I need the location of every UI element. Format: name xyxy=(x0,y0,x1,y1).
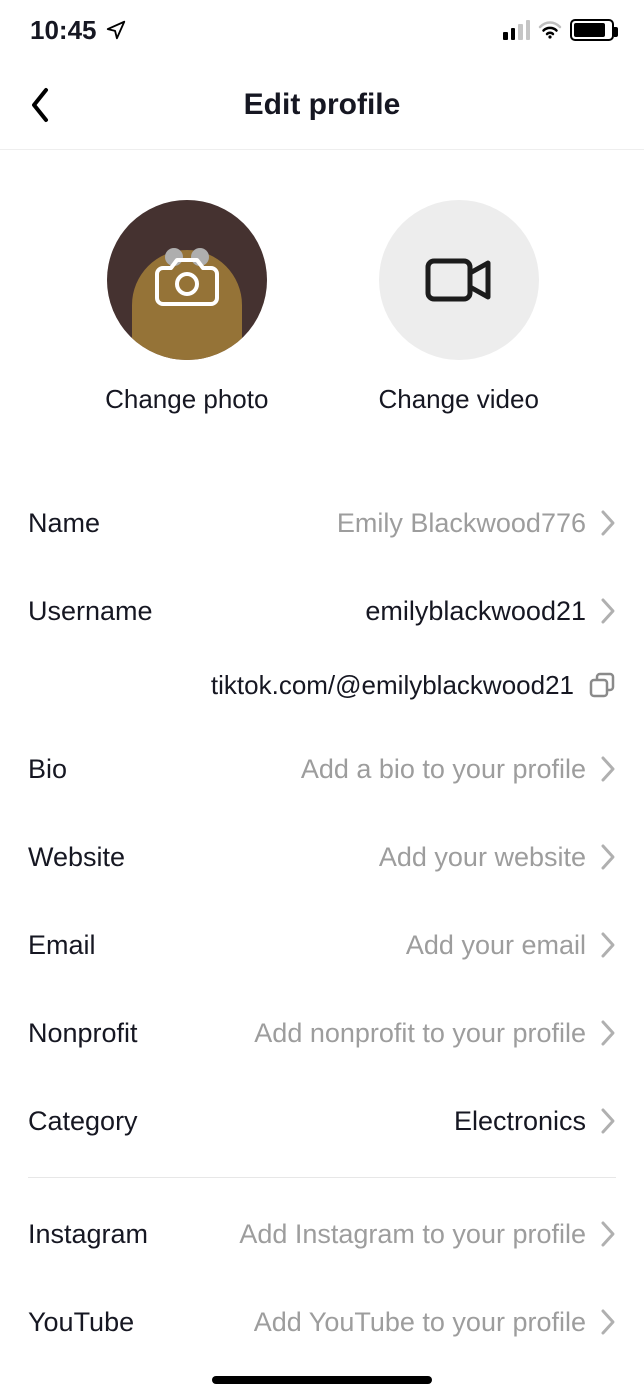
profile-url-text: tiktok.com/@emilyblackwood21 xyxy=(211,670,574,701)
row-youtube-label: YouTube xyxy=(28,1307,134,1338)
chevron-right-icon xyxy=(600,1019,616,1047)
battery-icon xyxy=(570,19,614,41)
profile-url-row[interactable]: tiktok.com/@emilyblackwood21 xyxy=(28,655,616,725)
change-video-label: Change video xyxy=(378,384,538,415)
chevron-left-icon xyxy=(28,87,52,123)
chevron-right-icon xyxy=(600,597,616,625)
row-email[interactable]: Email Add your email xyxy=(28,901,616,989)
row-instagram[interactable]: Instagram Add Instagram to your profile xyxy=(28,1190,616,1278)
row-youtube-value: Add YouTube to your profile xyxy=(254,1307,586,1338)
profile-video-placeholder xyxy=(379,200,539,360)
change-photo-label: Change photo xyxy=(105,384,268,415)
chevron-right-icon xyxy=(600,843,616,871)
section-divider xyxy=(28,1177,616,1178)
row-bio[interactable]: Bio Add a bio to your profile xyxy=(28,725,616,813)
row-bio-label: Bio xyxy=(28,754,67,785)
row-website-value: Add your website xyxy=(379,842,586,873)
row-name[interactable]: Name Emily Blackwood776 xyxy=(28,479,616,567)
camera-icon xyxy=(155,252,219,308)
media-row: Change photo Change video xyxy=(0,150,644,455)
row-email-value: Add your email xyxy=(406,930,586,961)
profile-fields-list: Name Emily Blackwood776 Username emilybl… xyxy=(0,455,644,1366)
row-nonprofit-value: Add nonprofit to your profile xyxy=(254,1018,586,1049)
status-bar: 10:45 xyxy=(0,0,644,60)
row-website-label: Website xyxy=(28,842,125,873)
row-category[interactable]: Category Electronics xyxy=(28,1077,616,1165)
row-username[interactable]: Username emilyblackwood21 xyxy=(28,567,616,655)
chevron-right-icon xyxy=(600,931,616,959)
row-bio-value: Add a bio to your profile xyxy=(301,754,586,785)
chevron-right-icon xyxy=(600,509,616,537)
row-name-value: Emily Blackwood776 xyxy=(337,508,586,539)
change-photo-button[interactable]: Change photo xyxy=(105,200,268,415)
row-username-value: emilyblackwood21 xyxy=(365,596,586,627)
back-button[interactable] xyxy=(20,85,60,125)
copy-icon[interactable] xyxy=(588,671,616,699)
status-time: 10:45 xyxy=(30,15,97,46)
chevron-right-icon xyxy=(600,1107,616,1135)
row-email-label: Email xyxy=(28,930,96,961)
location-icon xyxy=(105,19,127,41)
chevron-right-icon xyxy=(600,1308,616,1336)
row-instagram-label: Instagram xyxy=(28,1219,148,1250)
row-instagram-value: Add Instagram to your profile xyxy=(239,1219,586,1250)
row-nonprofit-label: Nonprofit xyxy=(28,1018,138,1049)
video-camera-icon xyxy=(424,255,494,305)
chevron-right-icon xyxy=(600,755,616,783)
status-left: 10:45 xyxy=(30,15,127,46)
page-title: Edit profile xyxy=(244,88,401,122)
row-youtube[interactable]: YouTube Add YouTube to your profile xyxy=(28,1278,616,1366)
wifi-icon xyxy=(538,18,562,42)
row-name-label: Name xyxy=(28,508,100,539)
change-video-button[interactable]: Change video xyxy=(378,200,538,415)
row-website[interactable]: Website Add your website xyxy=(28,813,616,901)
row-category-label: Category xyxy=(28,1106,138,1137)
home-indicator xyxy=(212,1376,432,1384)
profile-photo-avatar xyxy=(107,200,267,360)
cell-signal-icon xyxy=(503,20,530,40)
row-username-label: Username xyxy=(28,596,153,627)
nav-header: Edit profile xyxy=(0,60,644,150)
status-right xyxy=(503,18,614,42)
row-category-value: Electronics xyxy=(454,1106,586,1137)
chevron-right-icon xyxy=(600,1220,616,1248)
row-nonprofit[interactable]: Nonprofit Add nonprofit to your profile xyxy=(28,989,616,1077)
